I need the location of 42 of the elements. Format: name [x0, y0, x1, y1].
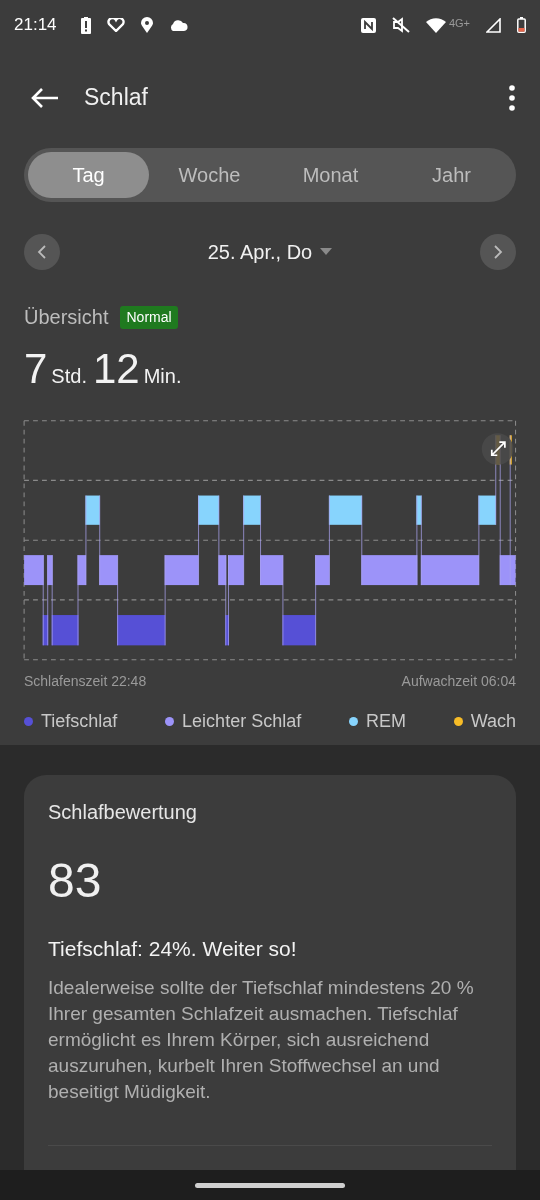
duration-minutes: 12 [92, 348, 140, 390]
previous-day-button[interactable] [24, 234, 60, 270]
battery-alert-icon [80, 16, 91, 34]
sleep-score: 83 [48, 857, 103, 905]
score-headline: Tiefschlaf: 24%. Weiter so! [48, 936, 298, 962]
page-title: Schlaf [84, 83, 148, 113]
nfc-icon [360, 17, 376, 33]
duration-hours: 7 [24, 348, 48, 390]
signal-icon [486, 17, 501, 33]
battery-low-icon [517, 17, 526, 33]
home-indicator[interactable] [195, 1182, 345, 1188]
date-dropdown[interactable]: 25. Apr., Do [207, 237, 333, 267]
network-type: 4G+ [448, 17, 470, 29]
next-day-button[interactable] [480, 234, 516, 270]
minutes-unit: Min. [143, 364, 182, 389]
wifi-icon [425, 17, 446, 33]
score-description: Idealerweise sollte der Tiefschlaf mindestens 20 % Ihrer gesamten Schlafzeit ausmachen. Tiefschlaf ermöglicht es Ihrem Körper, sich ausreichend auszuruhen, kurbelt Ihren Stoffwechsel an und beseitigt Müdigkeit. [48, 975, 475, 1104]
bedtime-label: Schlafenszeit 22:48 [24, 672, 147, 691]
chevron-left-icon [37, 245, 47, 259]
caret-icon [320, 248, 333, 256]
legend-label: REM [365, 710, 406, 733]
back-button[interactable] [30, 85, 60, 110]
legend-label: Wach [470, 710, 516, 733]
cloud-icon [168, 19, 188, 31]
period-tab[interactable]: Woche [149, 152, 270, 198]
period-tab[interactable]: Jahr [391, 152, 512, 198]
more-options-button[interactable] [508, 84, 516, 111]
wake-time-label: Aufwachzeit 06:04 [401, 672, 516, 691]
card-title: Schlafbewertung [48, 800, 198, 825]
period-tab[interactable]: Monat [270, 152, 391, 198]
expand-icon[interactable] [481, 433, 514, 465]
heart-icon [106, 18, 125, 32]
period-tab[interactable]: Tag [28, 152, 149, 198]
legend-label: Tiefschlaf [41, 710, 118, 733]
status-badge: Normal [120, 305, 178, 329]
chevron-right-icon [493, 245, 503, 259]
hours-unit: Std. [51, 364, 87, 389]
mute-icon [391, 17, 410, 33]
overview-title: Übersicht [24, 305, 109, 330]
status-time: 21:14 [14, 14, 57, 37]
legend-label: Leichter Schlaf [182, 710, 302, 733]
location-icon [140, 17, 153, 33]
